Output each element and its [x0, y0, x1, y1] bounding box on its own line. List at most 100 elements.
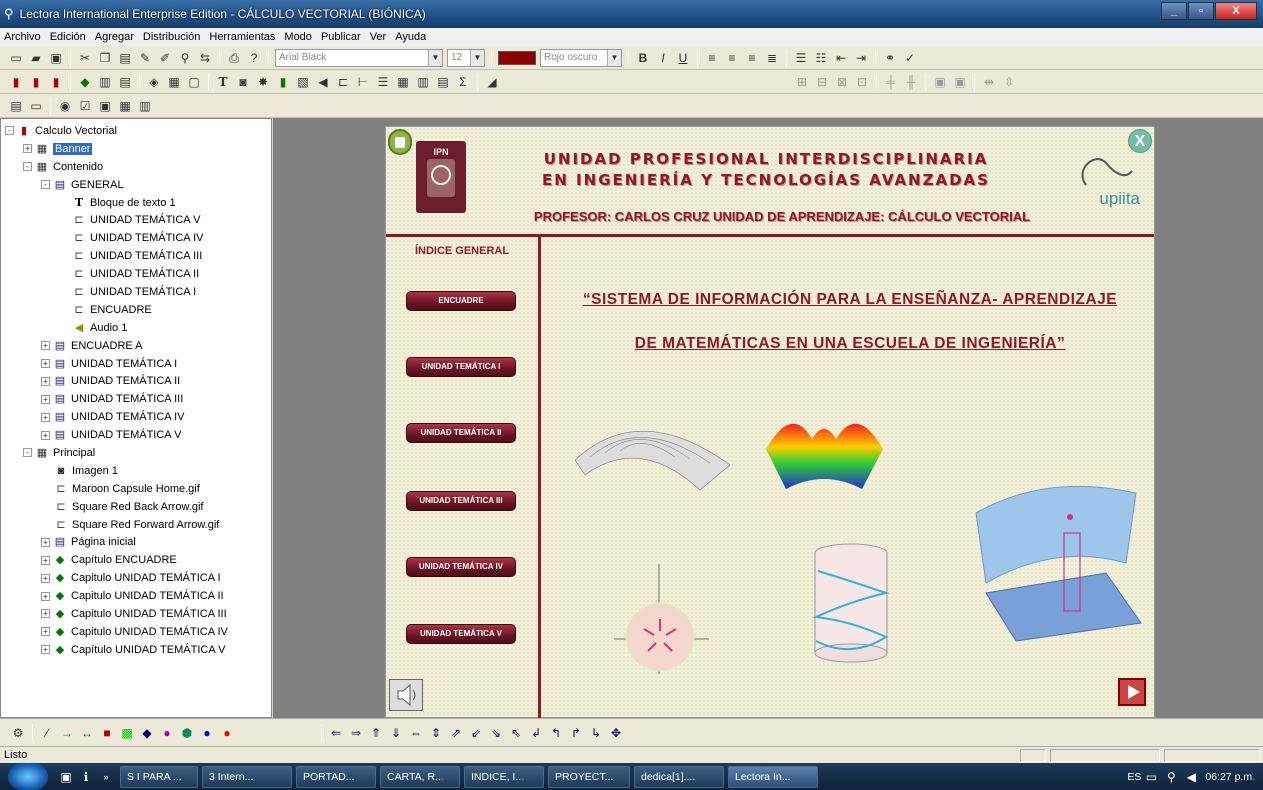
task-item-active[interactable]: Lectora In... — [728, 765, 818, 788]
collapse-icon[interactable]: - — [23, 162, 32, 172]
nav-encuadre-button[interactable]: ENCUADRE — [406, 291, 516, 311]
radio-button-icon[interactable]: ◉ — [57, 98, 73, 114]
tree-node[interactable]: + ◆ Capitulo UNIDAD TEMÁTICA I — [1, 569, 271, 587]
copy-icon[interactable]: ❐ — [97, 50, 113, 66]
button-add-icon[interactable]: ⊏ — [335, 74, 351, 90]
find-icon[interactable]: ⚲ — [177, 50, 193, 66]
menu-publicar[interactable]: Publicar — [321, 31, 361, 43]
arrow-left-icon[interactable]: ⇐ — [328, 725, 344, 741]
tree-node[interactable]: + ▤ UNIDAD TEMÁTICA I — [1, 355, 271, 373]
arrow-down-icon[interactable]: ⇓ — [388, 725, 404, 741]
nav-unidad-3-button[interactable]: UNIDAD TEMÁTICA III — [406, 491, 516, 511]
collapse-icon[interactable]: - — [41, 180, 50, 190]
open-icon[interactable]: ▰ — [28, 50, 44, 66]
space-h-icon[interactable]: ⇹ — [981, 74, 997, 90]
align-left-icon[interactable]: ≡ — [704, 50, 720, 66]
tree-node[interactable]: - ▤ GENERAL — [1, 176, 271, 194]
underline-icon[interactable]: U — [675, 50, 691, 66]
maximize-button[interactable]: ▫ — [1188, 2, 1214, 20]
tree-node[interactable]: ◀ Audio 1 — [1, 319, 271, 337]
arrow-sw-icon[interactable]: ⇙ — [468, 725, 484, 741]
align-tool-1-icon[interactable]: ⊞ — [794, 74, 810, 90]
close-window-button[interactable]: X — [1215, 2, 1257, 20]
task-item[interactable]: dedica[1].... — [634, 765, 724, 788]
nav-unidad-2-button[interactable]: UNIDAD TEMÁTICA II — [406, 423, 516, 443]
expand-icon[interactable]: + — [41, 573, 50, 583]
expand-icon[interactable]: + — [41, 591, 50, 601]
checkbox-icon[interactable]: ☑ — [77, 98, 93, 114]
form-icon[interactable]: ▤ — [435, 74, 451, 90]
double-arrow-tool-icon[interactable]: ↔ — [79, 725, 95, 741]
camera-icon[interactable]: ◙ — [235, 74, 251, 90]
test-icon[interactable]: ◆ — [77, 74, 93, 90]
align-center-icon[interactable]: ≡ — [724, 50, 740, 66]
tree-node[interactable]: + ▤ UNIDAD TEMÁTICA III — [1, 390, 271, 408]
menu-modo[interactable]: Modo — [284, 31, 312, 43]
animation-icon[interactable]: ✸ — [255, 74, 271, 90]
task-item[interactable]: CARTA, R... — [380, 765, 460, 788]
arrow-se-icon[interactable]: ⇘ — [488, 725, 504, 741]
circle-blue-tool-icon[interactable]: ● — [199, 725, 215, 741]
task-item[interactable]: PORTAD... — [296, 765, 376, 788]
expand-icon[interactable]: + — [41, 359, 50, 369]
align-right-icon[interactable]: ≡ — [744, 50, 760, 66]
center-h-icon[interactable]: ╪ — [883, 74, 899, 90]
arrow-right-icon[interactable]: ⇒ — [348, 725, 364, 741]
task-item[interactable]: S I PARA ... — [120, 765, 198, 788]
tree-node[interactable]: + ▦ Banner — [1, 140, 271, 158]
tree-node[interactable]: ⊏ UNIDAD TEMÁTICA IV — [1, 229, 271, 247]
circle-red-tool-icon[interactable]: ● — [219, 725, 235, 741]
section-add-icon[interactable]: ▮ — [28, 74, 44, 90]
list-box-icon[interactable]: ▦ — [117, 98, 133, 114]
expand-icon[interactable]: + — [41, 430, 50, 440]
font-select[interactable]: Arial Black ▼ — [275, 48, 443, 67]
menu-ayuda[interactable]: Ayuda — [395, 31, 426, 43]
rect-tool-icon[interactable]: ■ — [99, 725, 115, 741]
form-object-icon[interactable]: ▤ — [8, 98, 24, 114]
cut-icon[interactable]: ✂ — [77, 50, 93, 66]
text-field-icon[interactable]: ▣ — [97, 98, 113, 114]
text-tool-icon[interactable]: T — [215, 74, 231, 90]
quicklaunch-more-icon[interactable]: » — [98, 769, 114, 785]
tree-node[interactable]: + ▤ UNIDAD TEMÁTICA II — [1, 372, 271, 390]
color-swatch[interactable] — [498, 50, 536, 65]
bold-icon[interactable]: B — [635, 50, 651, 66]
tree-node[interactable]: + ◆ Capítulo UNIDAD TEMÁTICA V — [1, 641, 271, 659]
link-icon[interactable]: ⚭ — [882, 50, 898, 66]
arrow-cross-icon[interactable]: ✥ — [608, 725, 624, 741]
entry-field-icon[interactable]: ▭ — [28, 98, 44, 114]
color-select[interactable]: Rojo oscuro ▼ — [540, 48, 622, 67]
tree-node[interactable]: ⊏ UNIDAD TEMÁTICA III — [1, 247, 271, 265]
rounded-rect-tool-icon[interactable]: ▩ — [119, 725, 135, 741]
format-painter-icon[interactable]: ✎ — [137, 50, 153, 66]
size-1-icon[interactable]: ▣ — [932, 74, 948, 90]
tree-node[interactable]: + ▤ UNIDAD TEMÁTICA IV — [1, 408, 271, 426]
tree-node[interactable]: ⊏ UNIDAD TEMÁTICA V — [1, 211, 271, 229]
survey-icon[interactable]: ▥ — [97, 74, 113, 90]
collapse-icon[interactable]: - — [5, 126, 14, 136]
font-size-select[interactable]: 12 ▼ — [447, 48, 485, 67]
tree-node[interactable]: ⊏ Maroon Capsule Home.gif — [1, 480, 271, 498]
expand-icon[interactable]: + — [41, 645, 50, 655]
audio-add-icon[interactable]: ◀ — [315, 74, 331, 90]
pointer-tool-icon[interactable]: ⚙ — [10, 725, 26, 741]
language-indicator[interactable]: ES — [1127, 771, 1141, 783]
sum-icon[interactable]: Σ — [455, 74, 471, 90]
nav-unidad-4-button[interactable]: UNIDAD TEMÁTICA IV — [406, 557, 516, 577]
nav-unidad-1-button[interactable]: UNIDAD TEMÁTICA I — [406, 357, 516, 377]
expand-icon[interactable]: + — [23, 144, 32, 154]
media-icon[interactable]: ▦ — [166, 74, 182, 90]
arrow-ud-icon[interactable]: ⇕ — [428, 725, 444, 741]
chart-icon[interactable]: ▧ — [295, 74, 311, 90]
indent-increase-icon[interactable]: ⇥ — [853, 50, 869, 66]
menu-distribucion[interactable]: Distribución — [143, 31, 200, 43]
arrow-turn-2-icon[interactable]: ↰ — [548, 725, 564, 741]
task-item[interactable]: INDICE, I... — [464, 765, 544, 788]
space-v-icon[interactable]: ⇳ — [1001, 74, 1017, 90]
document-icon[interactable]: ▤ — [117, 74, 133, 90]
menu-edicion[interactable]: Edición — [50, 31, 86, 43]
arrow-turn-3-icon[interactable]: ↱ — [568, 725, 584, 741]
tree-node[interactable]: T Bloque de texto 1 — [1, 194, 271, 212]
minimize-button[interactable]: _ — [1161, 2, 1187, 20]
arrow-up-icon[interactable]: ⇑ — [368, 725, 384, 741]
